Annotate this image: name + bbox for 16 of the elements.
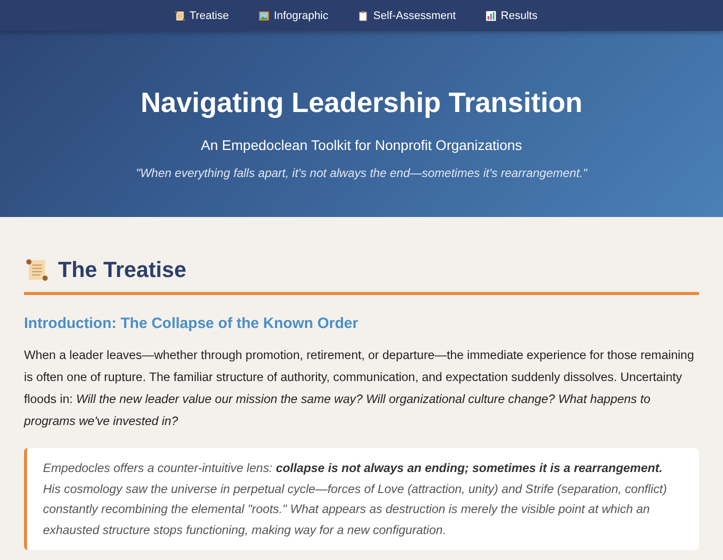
clipboard-icon [357,10,370,22]
callout-quote: Empedocles offers a counter-intuitive lens: collapse is not always an ending; sometimes it is a rearrangement. His cosmology saw the universe in perpetual cycle—forces of Love (attraction, unity) and Strife (separation, conflict) constantly recombining the elemental "roots." What appears as destruction is merely the visible point at which an exhausted structure stops functioning, making way for a new configuration. [24,448,699,550]
section-heading: Introduction: The Collapse of the Known Order [24,315,360,332]
section-title: The Treatise [58,257,186,283]
subtitle: An Empedoclean Toolkit for Nonprofit Organizations [200,137,524,153]
scroll-icon [24,257,50,283]
nav-link[interactable]: Infographic [258,10,328,22]
nav-link[interactable]: Results [484,10,538,22]
hero-quote: "When everything falls apart, it's not always the end—sometimes it's rearrangement." [134,166,588,180]
nav-link[interactable]: Treatise [174,10,229,22]
framed-picture-icon [258,10,270,22]
bar-chart-icon [484,10,497,22]
paragraph: When a leader leaves—whether through promotion, retirement, or departure—the immediate experience for those remaining is often one of rupture. The familiar structure of authority, communication, and expectation suddenly dissolves. Uncertainty floods in: Will the new leader value our mission the same way? Will organizational culture change? What happens to programs we've invested in? [24,347,695,430]
scroll-icon [174,10,186,22]
page-title: Navigating Leadership Transition [140,87,584,119]
nav-link[interactable]: Self-Assessment [357,10,456,22]
